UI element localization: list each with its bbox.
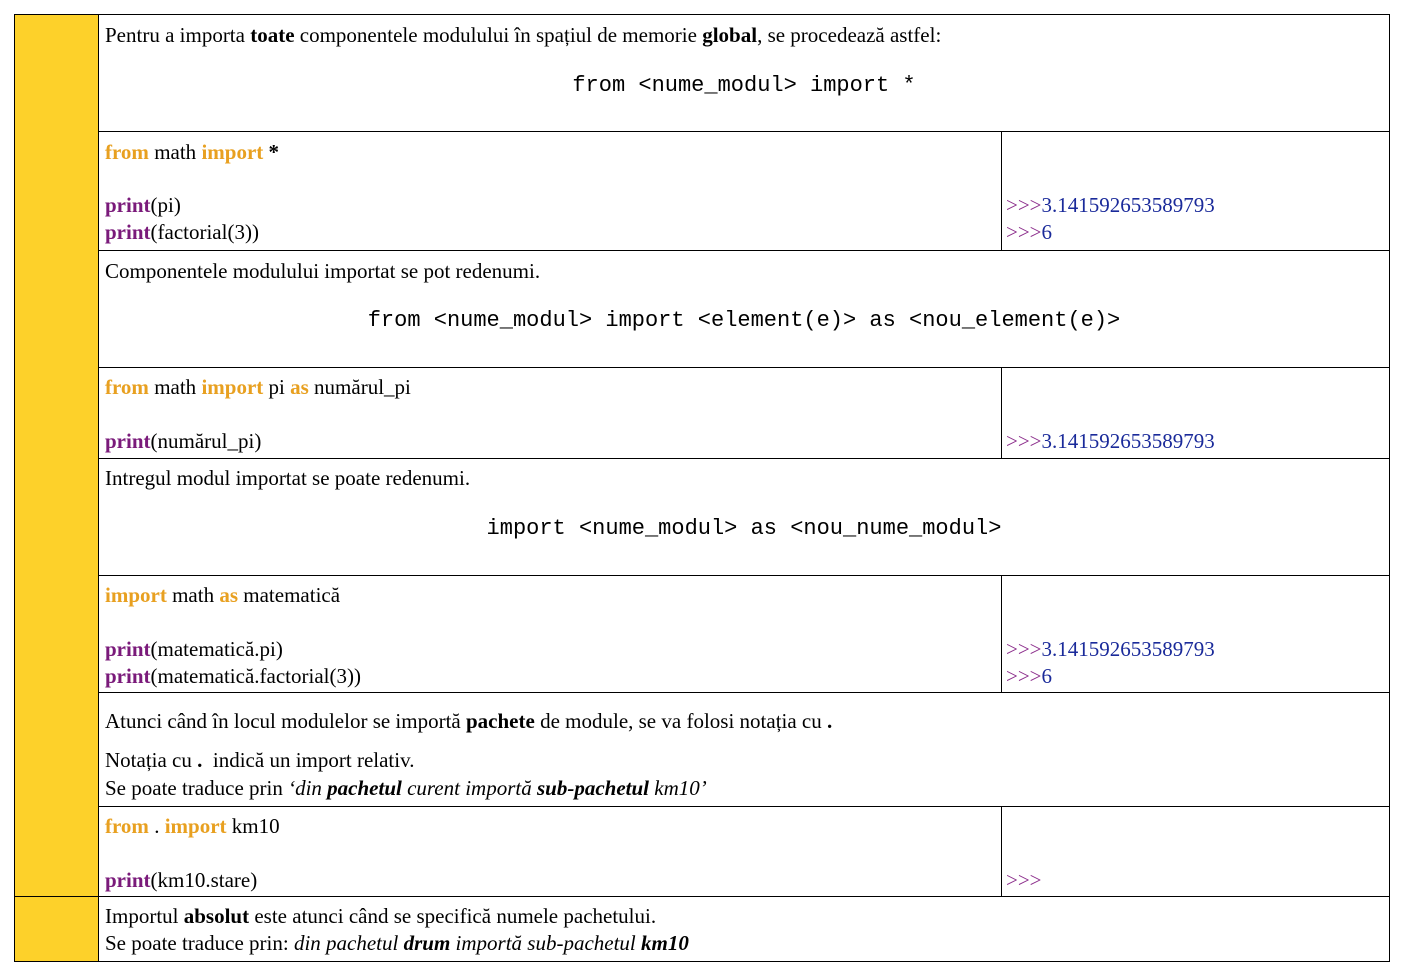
output-line-1: >>>3.141592653589793 (1006, 193, 1215, 217)
relative-import: Atunci când în locul modulelor se import… (99, 692, 1390, 806)
code-line-2: print(numărul_pi) (105, 429, 262, 453)
code-cell: from math import * print(pi) print(facto… (99, 132, 1002, 250)
code-cell: from . import km10 print(km10.stare) (99, 807, 1002, 896)
output-cell: >>>3.141592653589793 >>>6 (1002, 132, 1389, 250)
rename-text: Componentele modulului importat se pot r… (105, 259, 541, 283)
output-cell: >>>3.141592653589793 (1002, 368, 1389, 458)
left-margin-bar-bottom (14, 896, 99, 962)
code-line-1: from math import pi as numărul_pi (105, 375, 411, 399)
absolute-text-1: Importul absolut este atunci când se spe… (105, 904, 657, 928)
code-line-3: print(matematică.factorial(3)) (105, 664, 361, 688)
example-rename-module: import math as matematică print(matemati… (99, 575, 1390, 692)
example-rename-component: from math import pi as numărul_pi print(… (99, 367, 1390, 458)
relative-text-3: Se poate traduce prin ‘din pachetul cure… (105, 776, 707, 800)
syntax-import-all: from <nume_modul> import * (572, 73, 916, 98)
output-line-1: >>> (1006, 868, 1042, 892)
relative-text-1: Atunci când în locul modulelor se import… (105, 709, 833, 733)
code-line-2: print(matematică.pi) (105, 637, 283, 661)
output-cell: >>>3.141592653589793 >>>6 (1002, 576, 1389, 692)
syntax-rename-components: from <nume_modul> import <element(e)> as… (367, 308, 1121, 333)
absolute-text-2: Se poate traduce prin: din pachetul drum… (105, 931, 689, 955)
example-relative-import: from . import km10 print(km10.stare) >>> (99, 806, 1390, 896)
relative-text-2: Notația cu . indică un import relativ. (105, 748, 415, 772)
output-line-2: >>>6 (1006, 220, 1053, 244)
output-line-1: >>>3.141592653589793 (1006, 429, 1215, 453)
code-line-2: print(km10.stare) (105, 868, 258, 892)
output-line-2: >>>6 (1006, 664, 1053, 688)
code-line-1: from . import km10 (105, 814, 280, 838)
code-line-1: import math as matematică (105, 583, 341, 607)
document-table: Pentru a importa toate componentele modu… (14, 14, 1390, 962)
rename-components: Componentele modulului importat se pot r… (99, 250, 1390, 367)
example-import-all: from math import * print(pi) print(facto… (99, 131, 1390, 250)
output-cell: >>> (1002, 807, 1389, 896)
code-line-3: print(factorial(3)) (105, 220, 259, 244)
code-line-1: from math import * (105, 140, 280, 164)
absolute-import: Importul absolut este atunci când se spe… (99, 896, 1390, 962)
intro-import-all: Pentru a importa toate componentele modu… (99, 14, 1390, 131)
code-line-2: print(pi) (105, 193, 181, 217)
intro-text: Pentru a importa toate componentele modu… (105, 23, 942, 47)
code-cell: from math import pi as numărul_pi print(… (99, 368, 1002, 458)
rename-module-text: Intregul modul importat se poate redenum… (105, 466, 471, 490)
code-cell: import math as matematică print(matemati… (99, 576, 1002, 692)
rename-module: Intregul modul importat se poate redenum… (99, 458, 1390, 575)
left-margin-bar (14, 14, 99, 896)
output-line-1: >>>3.141592653589793 (1006, 637, 1215, 661)
syntax-rename-module: import <nume_modul> as <nou_nume_modul> (486, 516, 1002, 541)
